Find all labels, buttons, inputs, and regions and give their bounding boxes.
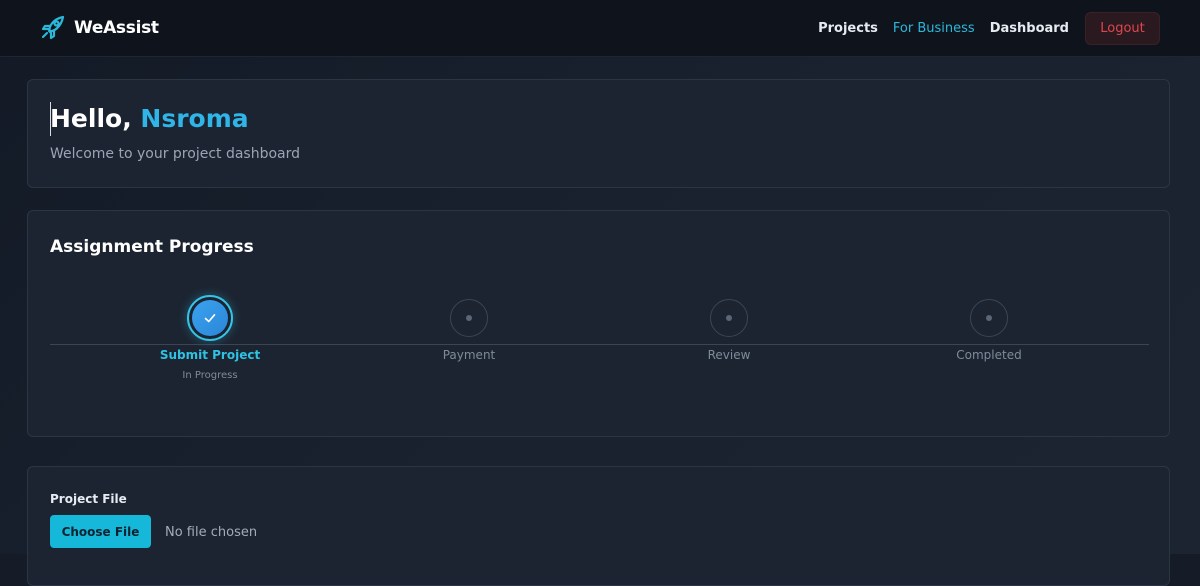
brand[interactable]: WeAssist: [38, 13, 159, 43]
dot-icon: [726, 315, 732, 321]
file-status: No file chosen: [165, 525, 258, 540]
step-circle: [710, 299, 748, 337]
logout-button[interactable]: Logout: [1085, 11, 1160, 45]
step-completed: Completed: [909, 299, 1069, 362]
brand-name: WeAssist: [74, 18, 159, 38]
rocket-icon: [41, 15, 65, 40]
step-circle: [187, 295, 233, 341]
step-circle: [450, 299, 488, 337]
progress-card: Assignment Progress Submit Project In Pr…: [27, 210, 1170, 437]
step-submit-project: Submit Project In Progress: [130, 295, 290, 381]
dot-icon: [466, 315, 472, 321]
step-review: Review: [649, 299, 809, 362]
dot-icon: [986, 315, 992, 321]
step-label: Review: [707, 348, 751, 362]
nav-for-business[interactable]: For Business: [893, 21, 975, 36]
step-label: Completed: [956, 348, 1022, 362]
nav-links: Projects For Business Dashboard Logout: [818, 11, 1160, 45]
project-file-label: Project File: [50, 492, 127, 506]
choose-file-button[interactable]: Choose File: [50, 515, 151, 548]
step-label: Submit Project: [159, 348, 261, 362]
greeting-card: Hello, Nsroma Welcome to your project da…: [27, 79, 1170, 188]
check-icon: [204, 314, 216, 323]
step-status: In Progress: [182, 370, 238, 381]
user-name: Nsroma: [140, 104, 249, 133]
welcome-subtitle: Welcome to your project dashboard: [50, 146, 301, 162]
nav-dashboard[interactable]: Dashboard: [990, 21, 1069, 36]
step-circle: [970, 299, 1008, 337]
progress-title: Assignment Progress: [50, 237, 254, 257]
top-nav: WeAssist Projects For Business Dashboard…: [0, 0, 1200, 57]
hello-text: Hello,: [50, 104, 132, 133]
file-upload-card: Project File Choose File No file chosen: [27, 466, 1170, 586]
step-label: Payment: [442, 348, 496, 362]
nav-projects[interactable]: Projects: [818, 21, 878, 36]
page-title: Hello, Nsroma: [50, 104, 249, 133]
step-payment: Payment: [389, 299, 549, 362]
